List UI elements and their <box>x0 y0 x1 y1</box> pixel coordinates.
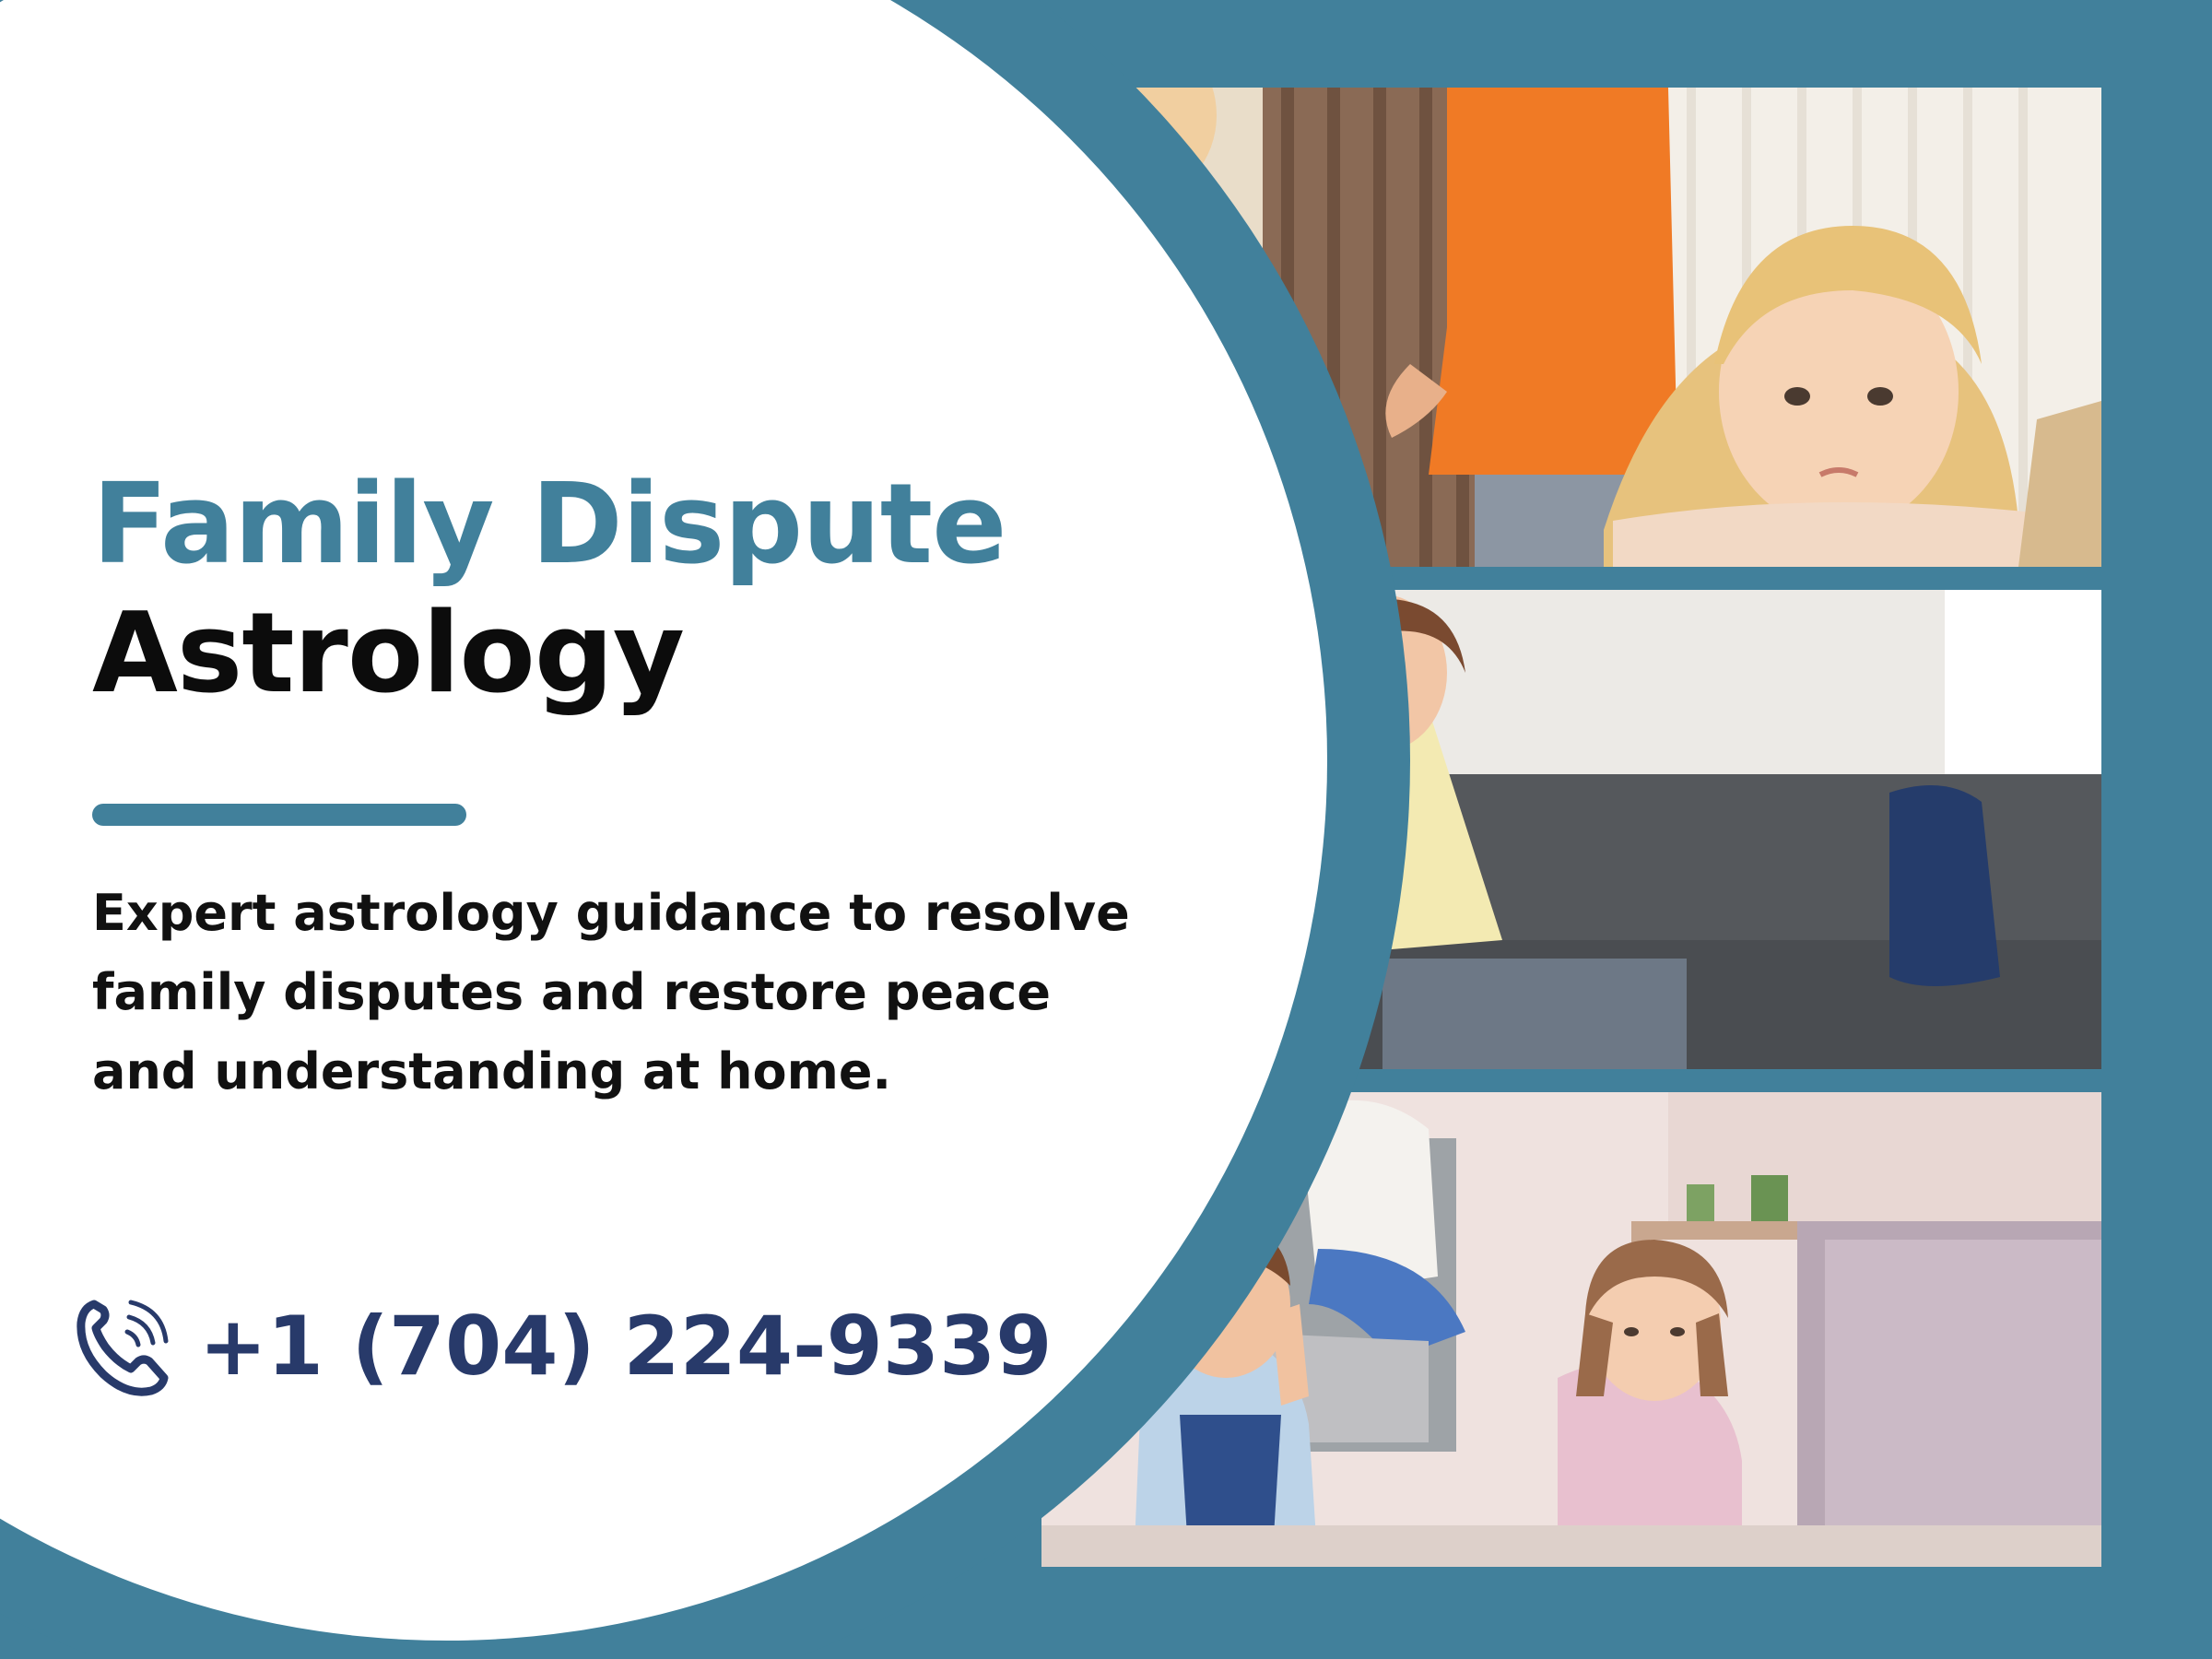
promo-banner: Family Dispute Astrology Expert astrolog… <box>0 0 2212 1659</box>
description-text: Expert astrology guidance to resolve fam… <box>92 884 1130 1100</box>
headline-line-2: Astrology <box>92 590 685 718</box>
phone-icon <box>76 1300 169 1396</box>
accent-divider <box>92 804 466 826</box>
headline-line-1: Family Dispute <box>92 461 1006 589</box>
phone-number[interactable]: +1 (704) 224-9339 <box>199 1299 1053 1394</box>
headline: Family Dispute Astrology <box>92 461 1161 719</box>
contact-phone[interactable]: +1 (704) 224-9339 <box>74 1290 1053 1401</box>
